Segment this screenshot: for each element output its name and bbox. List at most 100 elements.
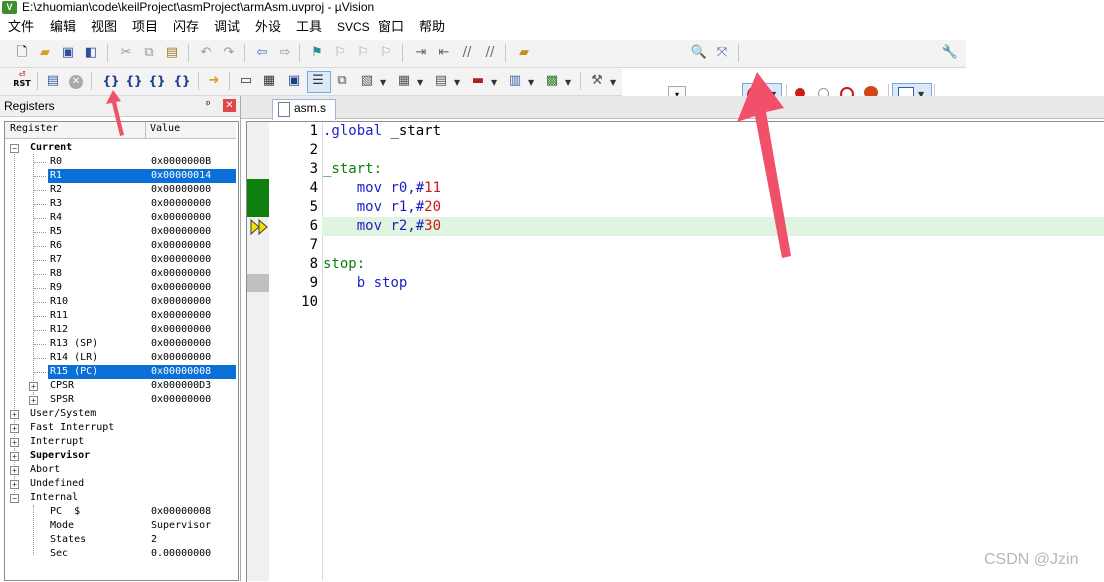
expand-icon[interactable]: + bbox=[29, 382, 38, 391]
register-row[interactable]: R4 0x00000000 bbox=[5, 211, 236, 225]
cut-icon[interactable]: ✂ bbox=[117, 44, 135, 62]
tree-group[interactable]: + User/System bbox=[5, 407, 236, 421]
menu-edit[interactable]: 编辑 bbox=[50, 18, 76, 36]
menu-flash[interactable]: 闪存 bbox=[173, 18, 199, 36]
expand-icon[interactable]: + bbox=[10, 438, 19, 447]
bookmark-icon[interactable]: ⚑ bbox=[308, 44, 326, 62]
code-line[interactable]: _start: bbox=[323, 160, 382, 179]
tree-group-current[interactable]: − Current bbox=[5, 141, 236, 155]
chevron-down-icon[interactable]: ▼ bbox=[380, 78, 386, 87]
code-line[interactable]: .global _start bbox=[323, 122, 441, 141]
prev-bookmark-icon[interactable]: ⚐ bbox=[331, 44, 349, 62]
register-row[interactable]: R1 0x00000014 bbox=[5, 169, 236, 183]
register-row[interactable]: R10 0x00000000 bbox=[5, 295, 236, 309]
register-row[interactable]: R6 0x00000000 bbox=[5, 239, 236, 253]
collapse-icon[interactable]: − bbox=[10, 494, 19, 503]
tree-group[interactable]: + Undefined bbox=[5, 477, 236, 491]
incremental-find-icon[interactable]: ⤧ bbox=[713, 44, 731, 62]
uncomment-icon[interactable]: // bbox=[481, 44, 499, 62]
expand-icon[interactable]: + bbox=[10, 452, 19, 461]
system-viewer-icon[interactable]: ▩ bbox=[543, 72, 561, 90]
chevron-down-icon[interactable]: ▼ bbox=[565, 78, 571, 87]
register-row[interactable]: R12 0x00000000 bbox=[5, 323, 236, 337]
expand-icon[interactable]: + bbox=[10, 424, 19, 433]
menu-help[interactable]: 帮助 bbox=[419, 18, 445, 36]
menu-debug[interactable]: 调试 bbox=[214, 18, 240, 36]
menu-view[interactable]: 视图 bbox=[91, 18, 117, 36]
menu-tools[interactable]: 工具 bbox=[296, 18, 322, 36]
register-row[interactable]: + CPSR 0x000000D3 bbox=[5, 379, 236, 393]
chevron-down-icon[interactable]: ▼ bbox=[610, 78, 616, 87]
reset-cpu-icon[interactable]: ⏎ RST bbox=[11, 70, 33, 88]
tree-group[interactable]: + Fast Interrupt bbox=[5, 421, 236, 435]
register-row[interactable]: + SPSR 0x00000000 bbox=[5, 393, 236, 407]
open-folder-icon[interactable]: ▰ bbox=[36, 44, 54, 62]
unindent-icon[interactable]: ⇤ bbox=[435, 44, 453, 62]
code-line[interactable]: mov r0,#11 bbox=[323, 179, 441, 198]
register-row[interactable]: R2 0x00000000 bbox=[5, 183, 236, 197]
expand-icon[interactable]: + bbox=[10, 480, 19, 489]
paste-icon[interactable]: ▤ bbox=[163, 44, 181, 62]
chevron-down-icon[interactable]: ▼ bbox=[454, 78, 460, 87]
chevron-down-icon[interactable]: ▼ bbox=[417, 78, 423, 87]
disassembly-window-icon[interactable]: ▦ bbox=[260, 72, 278, 90]
save-all-icon[interactable]: ◧ bbox=[82, 44, 100, 62]
register-row[interactable]: R15 (PC) 0x00000008 bbox=[5, 365, 236, 379]
find-in-files-icon[interactable]: ▰ bbox=[515, 44, 533, 62]
register-row[interactable]: R8 0x00000000 bbox=[5, 267, 236, 281]
menu-file[interactable]: 文件 bbox=[8, 18, 34, 36]
stop-icon[interactable]: ✕ bbox=[69, 75, 83, 89]
show-next-statement-icon[interactable]: ➜ bbox=[205, 72, 223, 90]
menu-project[interactable]: 项目 bbox=[132, 18, 158, 36]
symbols-window-icon[interactable]: ▣ bbox=[285, 72, 303, 90]
navigate-forward-icon[interactable]: ⇨ bbox=[276, 44, 294, 62]
step-out-icon[interactable]: {} bbox=[148, 72, 166, 90]
code-line[interactable]: stop: bbox=[323, 255, 365, 274]
indent-icon[interactable]: ⇥ bbox=[412, 44, 430, 62]
register-row[interactable]: R11 0x00000000 bbox=[5, 309, 236, 323]
tree-row[interactable]: Mode Supervisor bbox=[5, 519, 236, 533]
copy-icon[interactable]: ⧉ bbox=[140, 44, 158, 62]
register-row[interactable]: R7 0x00000000 bbox=[5, 253, 236, 267]
tree-group[interactable]: + Abort bbox=[5, 463, 236, 477]
tree-group-internal[interactable]: − Internal bbox=[5, 491, 236, 505]
register-row[interactable]: R3 0x00000000 bbox=[5, 197, 236, 211]
call-stack-icon[interactable]: ⧉ bbox=[333, 72, 351, 90]
menu-peripherals[interactable]: 外设 bbox=[255, 18, 281, 36]
tree-row[interactable]: States 2 bbox=[5, 533, 236, 547]
register-row[interactable]: R13 (SP) 0x00000000 bbox=[5, 337, 236, 351]
expand-icon[interactable]: + bbox=[29, 396, 38, 405]
chevron-down-icon[interactable]: ▼ bbox=[491, 78, 497, 87]
expand-icon[interactable]: + bbox=[10, 410, 19, 419]
navigate-back-icon[interactable]: ⇦ bbox=[253, 44, 271, 62]
watch-window-icon[interactable]: ▧ bbox=[358, 72, 376, 90]
trace-window-icon[interactable]: ▥ bbox=[506, 72, 524, 90]
tree-group[interactable]: + Interrupt bbox=[5, 435, 236, 449]
serial-window-icon[interactable]: ▤ bbox=[432, 72, 450, 90]
next-bookmark-icon[interactable]: ⚐ bbox=[354, 44, 372, 62]
chevron-down-icon[interactable]: ▼ bbox=[528, 78, 534, 87]
comment-icon[interactable]: // bbox=[458, 44, 476, 62]
expand-icon[interactable]: + bbox=[10, 466, 19, 475]
redo-icon[interactable]: ↷ bbox=[220, 44, 238, 62]
menu-svcs[interactable]: SVCS bbox=[337, 18, 370, 36]
tree-row[interactable]: Sec 0.00000000 bbox=[5, 547, 236, 561]
register-row[interactable]: R9 0x00000000 bbox=[5, 281, 236, 295]
register-row[interactable]: R5 0x00000000 bbox=[5, 225, 236, 239]
register-row[interactable]: R14 (LR) 0x00000000 bbox=[5, 351, 236, 365]
menu-window[interactable]: 窗口 bbox=[378, 18, 404, 36]
code-line[interactable]: mov r2,#30 bbox=[323, 217, 441, 236]
configure-icon[interactable]: 🔧 bbox=[941, 44, 959, 62]
run-to-cursor-icon[interactable]: {} bbox=[173, 72, 191, 90]
tree-row[interactable]: PC $ 0x00000008 bbox=[5, 505, 236, 519]
new-file-icon[interactable]: 🗋 bbox=[13, 44, 31, 62]
save-icon[interactable]: ▣ bbox=[59, 44, 77, 62]
code-line[interactable]: b stop bbox=[323, 274, 408, 293]
undo-icon[interactable]: ↶ bbox=[197, 44, 215, 62]
memory-window-icon[interactable]: ▦ bbox=[395, 72, 413, 90]
collapse-icon[interactable]: − bbox=[10, 144, 19, 153]
register-row[interactable]: R0 0x0000000B bbox=[5, 155, 236, 169]
pin-icon[interactable]: ᵖ bbox=[206, 98, 211, 111]
clear-bookmarks-icon[interactable]: ⚐ bbox=[377, 44, 395, 62]
tree-group[interactable]: + Supervisor bbox=[5, 449, 236, 463]
